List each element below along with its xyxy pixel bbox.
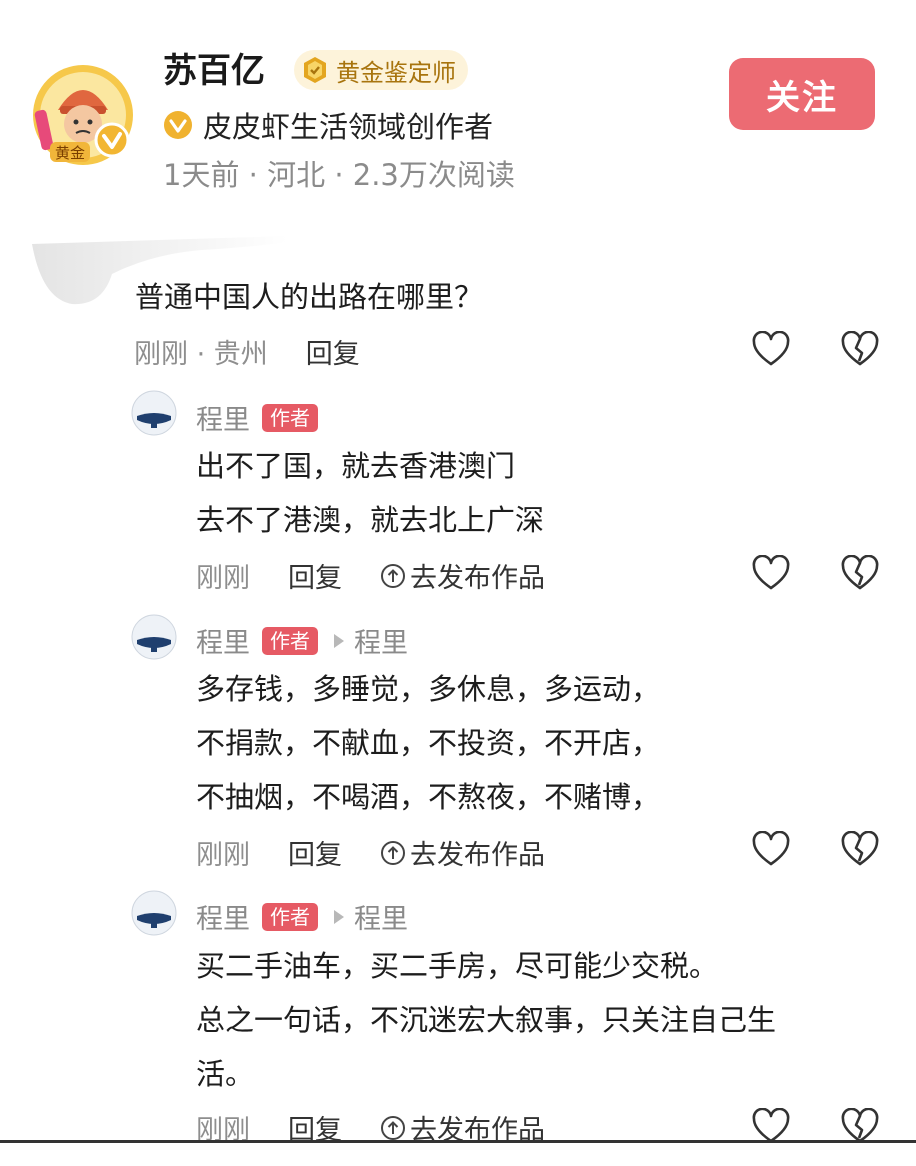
upload-circle-icon xyxy=(381,840,405,865)
bottom-divider xyxy=(0,1140,916,1143)
root-comment-text: 普通中国人的出路在哪里？ xyxy=(135,280,484,314)
publish-work-link[interactable]: 去发布作品 xyxy=(380,556,545,595)
heart-like-icon[interactable] xyxy=(752,831,790,867)
reply-button[interactable]: 回复 xyxy=(306,332,360,371)
publish-label: 去发布作品 xyxy=(410,563,545,594)
reply-text-line: 不捐款，不献血，不投资，不开店， xyxy=(196,726,661,760)
heart-like-icon[interactable] xyxy=(752,331,790,367)
replier-avatar[interactable] xyxy=(131,890,177,936)
post-header: 黄金 苏百亿 黄金鉴定师 皮皮虾生活领域创作者 1天前 · 河北 · 2.3万次… xyxy=(0,0,916,215)
upload-circle-icon xyxy=(381,563,405,588)
gold-appraiser-badge[interactable]: 黄金鉴定师 xyxy=(294,50,468,90)
broken-heart-dislike-icon[interactable] xyxy=(841,555,879,591)
reply-button[interactable]: 回复 xyxy=(288,556,342,595)
author-avatar[interactable]: 黄金 xyxy=(30,62,136,168)
medal-icon xyxy=(304,57,326,83)
reply-username[interactable]: 程里 xyxy=(196,897,250,936)
reply-username[interactable]: 程里 xyxy=(196,398,250,437)
svg-text:黄金: 黄金 xyxy=(55,144,85,162)
reply-text-line: 总之一句话，不沉迷宏大叙事，只关注自己生 xyxy=(196,1003,777,1037)
root-comment-meta: 刚刚 · 贵州 回复 xyxy=(134,332,360,371)
broken-heart-dislike-icon[interactable] xyxy=(841,331,879,367)
reply-meta: 刚刚 回复 去发布作品 xyxy=(196,833,545,872)
reply-to-arrow-icon xyxy=(334,909,344,924)
follow-button[interactable]: 关注 xyxy=(729,58,875,130)
reply-username-row: 程里 作者 程里 xyxy=(196,897,408,936)
broken-heart-dislike-icon[interactable] xyxy=(841,831,879,867)
comment-time-location: 刚刚 · 贵州 xyxy=(134,339,268,370)
author-tag: 作者 xyxy=(262,403,318,432)
reply-username[interactable]: 程里 xyxy=(196,621,250,660)
reply-to-username[interactable]: 程里 xyxy=(354,897,408,936)
reply-text-line: 去不了港澳，就去北上广深 xyxy=(196,503,545,537)
creator-line: 皮皮虾生活领域创作者 xyxy=(163,104,493,146)
reply-meta: 刚刚 回复 去发布作品 xyxy=(196,556,545,595)
badge-label: 黄金鉴定师 xyxy=(336,58,456,87)
creator-label: 皮皮虾生活领域创作者 xyxy=(203,110,494,144)
reply-username-row: 程里 作者 程里 xyxy=(196,621,408,660)
upload-circle-icon xyxy=(381,1115,405,1140)
reply-text-line: 不抽烟，不喝酒，不熬夜，不赌博， xyxy=(196,780,661,814)
reply-time: 刚刚 xyxy=(196,840,250,871)
broken-heart-dislike-icon[interactable] xyxy=(841,1108,879,1144)
heart-like-icon[interactable] xyxy=(752,1108,790,1144)
reply-to-arrow-icon xyxy=(334,633,344,648)
post-meta: 1天前 · 河北 · 2.3万次阅读 xyxy=(163,158,515,192)
replier-avatar[interactable] xyxy=(131,614,177,660)
reply-text-line: 买二手油车，买二手房，尽可能少交税。 xyxy=(196,949,719,983)
heart-like-icon[interactable] xyxy=(752,555,790,591)
author-tag: 作者 xyxy=(262,902,318,931)
author-tag: 作者 xyxy=(262,626,318,655)
reply-text-line: 出不了国，就去香港澳门 xyxy=(196,449,516,483)
publish-label: 去发布作品 xyxy=(410,840,545,871)
reply-text-line: 活。 xyxy=(196,1057,255,1091)
reply-username-row: 程里 作者 xyxy=(196,398,318,437)
replier-avatar[interactable] xyxy=(131,390,177,436)
publish-work-link[interactable]: 去发布作品 xyxy=(380,833,545,872)
reply-text-line: 多存钱，多睡觉，多休息，多运动， xyxy=(196,672,661,706)
reply-button[interactable]: 回复 xyxy=(288,833,342,872)
verified-v-icon xyxy=(164,111,192,139)
reply-time: 刚刚 xyxy=(196,563,250,594)
author-name[interactable]: 苏百亿 xyxy=(163,48,265,94)
reply-to-username[interactable]: 程里 xyxy=(354,621,408,660)
